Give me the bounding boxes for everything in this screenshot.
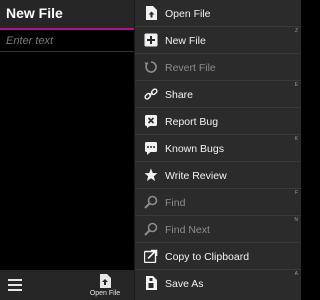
menu-item-save-as[interactable]: Save As A [135,270,301,297]
shortcut-key: K [294,136,298,142]
menu-item-share[interactable]: Share E [135,81,301,108]
menu-item-find-next[interactable]: Find Next N [135,216,301,243]
text-editor[interactable]: Enter text [0,30,134,270]
menu-item-label: Report Bug [165,116,219,128]
editor-placeholder: Enter text [6,35,54,47]
known-bugs-icon [145,142,157,155]
star-icon [144,168,158,181]
revert-icon [144,61,157,73]
menu-item-open-file[interactable]: Open File [135,0,301,27]
copy-icon [144,249,158,263]
new-file-icon [144,33,158,47]
menu-item-find[interactable]: Find F [135,189,301,216]
shortcut-key: E [294,82,298,88]
search-icon [144,195,158,209]
search-icon [144,222,158,236]
shortcut-key: Z [294,28,298,34]
hamburger-icon-line [8,284,22,286]
editor-divider [0,51,134,52]
menu-item-report-bug[interactable]: Report Bug [135,108,301,135]
shortcut-key: N [294,217,298,223]
menu-button[interactable] [8,279,22,291]
menu-item-label: Save As [165,278,204,290]
menu-item-write-review[interactable]: Write Review [135,162,301,189]
save-as-icon [146,276,157,290]
menu-item-label: Known Bugs [165,143,224,155]
menu-item-known-bugs[interactable]: Known Bugs K [135,135,301,162]
shortcut-key: F [294,190,298,196]
menu-item-label: New File [165,35,206,47]
overflow-menu: Open File New File Z Revert File Share E [134,0,301,300]
menu-item-revert-file[interactable]: Revert File [135,54,301,81]
menu-item-label: Find [165,197,186,209]
menu-item-label: Share [165,89,194,101]
open-file-icon [100,274,111,288]
menu-item-label: Copy to Clipboard [165,251,250,263]
menu-item-label: Revert File [165,62,216,74]
page-title: New File [6,5,63,21]
menu-item-label: Find Next [165,224,210,236]
menu-item-copy-to-clipboard[interactable]: Copy to Clipboard [135,243,301,270]
menu-item-label: Write Review [165,170,227,182]
hamburger-icon-line [8,289,22,291]
menu-item-label: Open File [165,8,211,20]
report-bug-icon [145,115,157,128]
hamburger-icon [8,279,22,281]
menu-item-new-file[interactable]: New File Z [135,27,301,54]
open-file-action-label: Open File [89,290,121,297]
shortcut-key: A [294,271,298,277]
open-file-action-button[interactable]: Open File [88,272,122,300]
open-file-icon [146,6,157,20]
share-icon [144,88,158,100]
